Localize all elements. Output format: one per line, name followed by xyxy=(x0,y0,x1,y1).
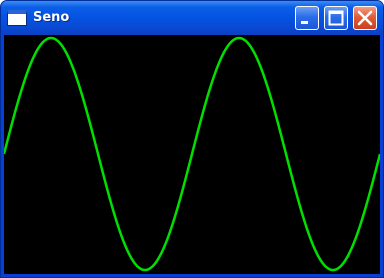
close-icon xyxy=(357,10,373,26)
app-window: Seno xyxy=(0,0,384,278)
close-button[interactable] xyxy=(353,6,377,30)
sine-curve xyxy=(4,36,380,272)
minimize-button[interactable] xyxy=(295,6,319,30)
window-title: Seno xyxy=(33,10,70,25)
sine-plot xyxy=(4,36,380,272)
app-window-icon[interactable] xyxy=(7,10,27,26)
title-bar[interactable]: Seno xyxy=(1,1,383,35)
maximize-icon xyxy=(328,10,344,26)
plot-area xyxy=(4,35,380,274)
minimize-icon xyxy=(301,21,308,24)
maximize-button[interactable] xyxy=(324,6,348,30)
